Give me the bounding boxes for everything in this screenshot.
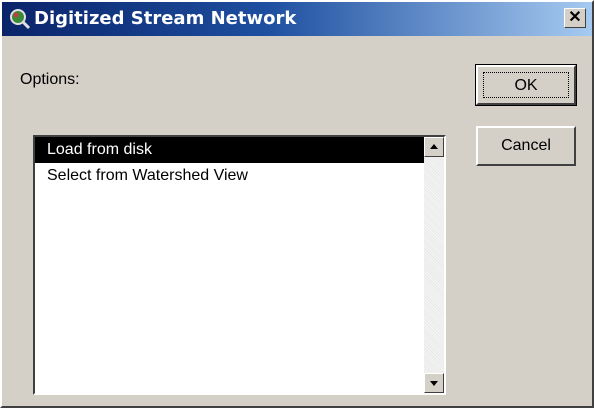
list-item-load-from-disk[interactable]: Load from disk (35, 137, 424, 163)
list-item-select-from-watershed-view[interactable]: Select from Watershed View (35, 163, 424, 189)
cancel-button[interactable]: Cancel (476, 126, 576, 166)
arrow-up-icon (430, 144, 438, 149)
ok-button-label: OK (483, 72, 569, 98)
vertical-scrollbar[interactable] (424, 137, 444, 393)
window-title: Digitized Stream Network (34, 8, 297, 29)
scroll-down-button[interactable] (424, 373, 444, 393)
scroll-track[interactable] (424, 157, 444, 373)
close-button[interactable]: ✕ (564, 8, 586, 28)
close-icon: ✕ (568, 9, 582, 26)
list-items: Load from disk Select from Watershed Vie… (35, 137, 424, 189)
options-label: Options: (20, 71, 80, 88)
arrow-down-icon (430, 381, 438, 386)
magnifier-globe-icon (10, 9, 31, 30)
scroll-up-button[interactable] (424, 137, 444, 157)
ok-button[interactable]: OK (475, 64, 577, 106)
options-listbox[interactable]: Load from disk Select from Watershed Vie… (33, 135, 446, 395)
dialog-window: Digitized Stream Network ✕ Options: OK C… (0, 0, 594, 408)
title-bar[interactable]: Digitized Stream Network ✕ (2, 2, 592, 36)
